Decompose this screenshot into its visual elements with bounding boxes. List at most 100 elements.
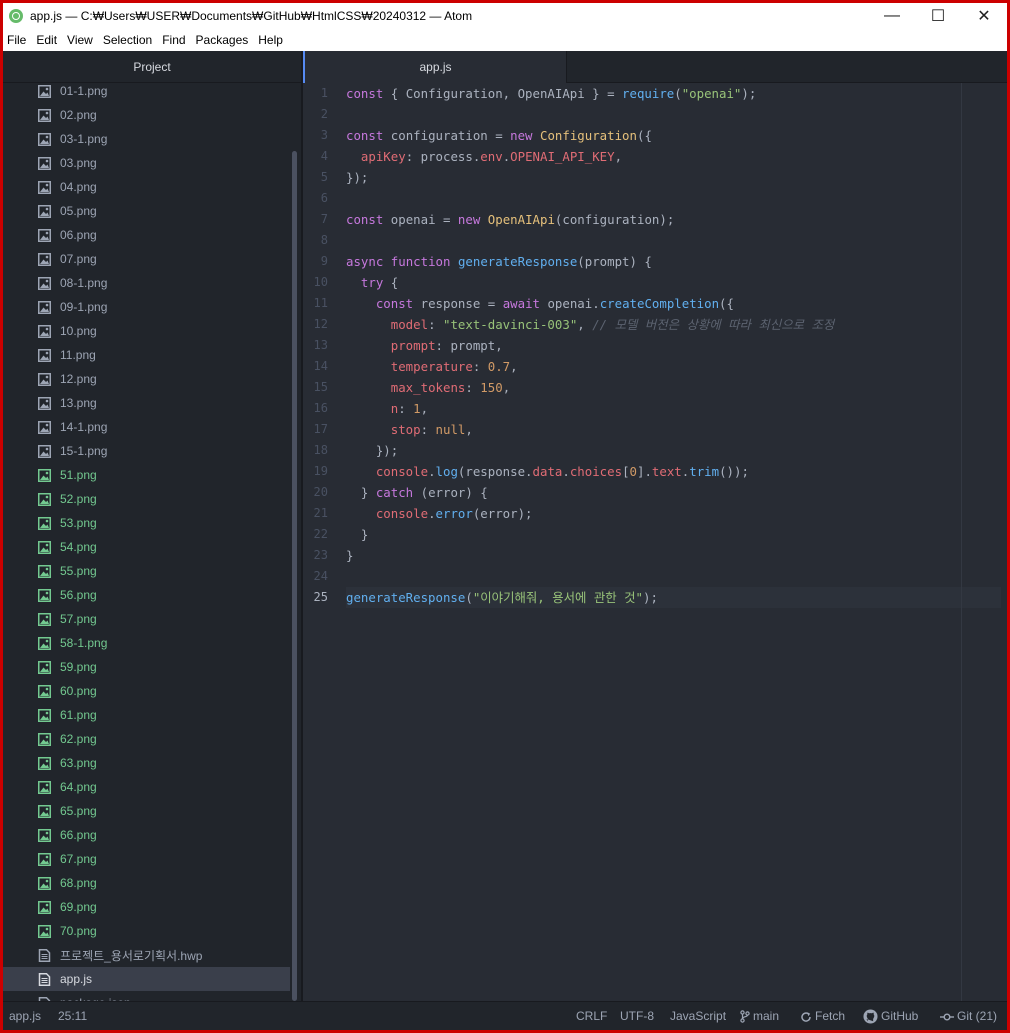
tree-file-item[interactable]: 62.png bbox=[3, 727, 301, 751]
tree-file-item[interactable]: 15-1.png bbox=[3, 439, 301, 463]
code-line[interactable]: const openai = new OpenAIApi(configurati… bbox=[346, 209, 1001, 230]
tree-file-item[interactable]: 69.png bbox=[3, 895, 301, 919]
code-line[interactable]: } catch (error) { bbox=[346, 482, 1001, 503]
tree-file-name: 10.png bbox=[60, 324, 97, 338]
code-line[interactable]: stop: null, bbox=[346, 419, 1001, 440]
code-line[interactable]: console.error(error); bbox=[346, 503, 1001, 524]
maximize-button[interactable]: ☐ bbox=[915, 3, 961, 29]
tree-file-item[interactable]: 70.png bbox=[3, 919, 301, 943]
tree-file-item[interactable]: app.js bbox=[3, 967, 290, 991]
code-token: async bbox=[346, 254, 384, 269]
line-number: 18 bbox=[313, 443, 328, 457]
status-line-ending[interactable]: CRLF bbox=[576, 1002, 607, 1030]
status-git[interactable]: Git (21) bbox=[940, 1002, 997, 1030]
tree-file-item[interactable]: 55.png bbox=[3, 559, 301, 583]
tree-file-item[interactable]: 10.png bbox=[3, 319, 301, 343]
code-line[interactable]: try { bbox=[346, 272, 1001, 293]
status-grammar[interactable]: JavaScript bbox=[670, 1002, 726, 1030]
code-token: . bbox=[562, 464, 570, 479]
tree-file-item[interactable]: 51.png bbox=[3, 463, 301, 487]
tree-file-item[interactable]: 56.png bbox=[3, 583, 301, 607]
tree-file-item[interactable]: 13.png bbox=[3, 391, 301, 415]
minimize-button[interactable]: — bbox=[869, 3, 915, 29]
status-branch[interactable]: main bbox=[740, 1002, 779, 1030]
tree-file-item[interactable]: 02.png bbox=[3, 103, 301, 127]
code-token: } bbox=[346, 548, 354, 563]
tree-file-item[interactable]: 06.png bbox=[3, 223, 301, 247]
status-fetch[interactable]: Fetch bbox=[800, 1002, 845, 1030]
tree-file-item[interactable]: 67.png bbox=[3, 847, 301, 871]
status-github[interactable]: GitHub bbox=[863, 1002, 918, 1030]
tree-scrollbar[interactable] bbox=[292, 151, 297, 1001]
code-line[interactable]: } bbox=[346, 545, 1001, 566]
tree-file-item[interactable]: 60.png bbox=[3, 679, 301, 703]
menu-edit[interactable]: Edit bbox=[32, 33, 63, 47]
status-cursor-position[interactable]: 25:11 bbox=[58, 1002, 87, 1030]
code-line[interactable]: apiKey: process.env.OPENAI_API_KEY, bbox=[346, 146, 1001, 167]
project-tab[interactable]: Project bbox=[3, 51, 301, 83]
tree-file-item[interactable]: 05.png bbox=[3, 199, 301, 223]
code-line[interactable]: }); bbox=[346, 440, 1001, 461]
tree-file-item[interactable]: 61.png bbox=[3, 703, 301, 727]
tree-file-item[interactable]: 58-1.png bbox=[3, 631, 301, 655]
code-line[interactable]: async function generateResponse(prompt) … bbox=[346, 251, 1001, 272]
status-encoding[interactable]: UTF-8 bbox=[620, 1002, 654, 1030]
tree-file-name: 프로젝트_용서로기획서.hwp bbox=[60, 948, 203, 963]
code-token: "이야기해줘, 용서에 관한 것" bbox=[472, 590, 643, 605]
code-line[interactable]: console.log(response.data.choices[0].tex… bbox=[346, 461, 1001, 482]
code-line[interactable]: generateResponse("이야기해줘, 용서에 관한 것"); bbox=[346, 587, 1001, 608]
menu-file[interactable]: File bbox=[3, 33, 32, 47]
tree-file-item[interactable]: 03-1.png bbox=[3, 127, 301, 151]
tree-file-item[interactable]: 11.png bbox=[3, 343, 301, 367]
tree-file-item[interactable]: 14-1.png bbox=[3, 415, 301, 439]
tree-file-item[interactable]: 68.png bbox=[3, 871, 301, 895]
tree-file-item[interactable]: 08-1.png bbox=[3, 271, 301, 295]
code-line[interactable] bbox=[346, 230, 1001, 251]
close-button[interactable]: ✕ bbox=[961, 3, 1007, 29]
status-file-name[interactable]: app.js bbox=[9, 1002, 41, 1030]
tree-file-item[interactable]: 프로젝트_용서로기획서.hwp bbox=[3, 943, 301, 967]
menu-find[interactable]: Find bbox=[158, 33, 191, 47]
code-line[interactable]: const response = await openai.createComp… bbox=[346, 293, 1001, 314]
tree-file-item[interactable]: 64.png bbox=[3, 775, 301, 799]
tree-file-name: 02.png bbox=[60, 108, 97, 122]
code-line[interactable]: const { Configuration, OpenAIApi } = req… bbox=[346, 83, 1001, 104]
tree-file-item[interactable]: 52.png bbox=[3, 487, 301, 511]
code-line[interactable]: const configuration = new Configuration(… bbox=[346, 125, 1001, 146]
tree-file-item[interactable]: 04.png bbox=[3, 175, 301, 199]
code-line[interactable]: n: 1, bbox=[346, 398, 1001, 419]
menu-selection[interactable]: Selection bbox=[99, 33, 158, 47]
tree-file-item[interactable]: package.json bbox=[3, 991, 301, 1001]
tree-file-item[interactable]: 63.png bbox=[3, 751, 301, 775]
menu-view[interactable]: View bbox=[63, 33, 99, 47]
code-line[interactable]: max_tokens: 150, bbox=[346, 377, 1001, 398]
tree-file-item[interactable]: 66.png bbox=[3, 823, 301, 847]
tree-file-name: 53.png bbox=[60, 516, 97, 530]
code-line[interactable] bbox=[346, 104, 1001, 125]
line-number-gutter: 1 2 3 4 5 6 7 8 9 10 11 12 13 14 15 16 17 18 19 20 21 22 23 24 2… bbox=[303, 83, 337, 608]
tree-file-name: 07.png bbox=[60, 252, 97, 266]
tree-file-item[interactable]: 59.png bbox=[3, 655, 301, 679]
menu-packages[interactable]: Packages bbox=[192, 33, 255, 47]
code-line[interactable] bbox=[346, 188, 1001, 209]
code-editor[interactable]: const { Configuration, OpenAIApi } = req… bbox=[346, 83, 1001, 608]
tab-app-js[interactable]: app.js bbox=[303, 51, 567, 83]
tree-file-item[interactable]: 09-1.png bbox=[3, 295, 301, 319]
tree-file-item[interactable]: 12.png bbox=[3, 367, 301, 391]
code-line[interactable]: temperature: 0.7, bbox=[346, 356, 1001, 377]
tree-file-item[interactable]: 57.png bbox=[3, 607, 301, 631]
tree-file-item[interactable]: 53.png bbox=[3, 511, 301, 535]
tree-file-item[interactable]: 03.png bbox=[3, 151, 301, 175]
tree-file-name: 60.png bbox=[60, 684, 97, 698]
code-line[interactable]: prompt: prompt, bbox=[346, 335, 1001, 356]
code-line[interactable]: } bbox=[346, 524, 1001, 545]
tree-file-item[interactable]: 65.png bbox=[3, 799, 301, 823]
code-token: : bbox=[420, 422, 436, 437]
tree-file-item[interactable]: 54.png bbox=[3, 535, 301, 559]
code-line[interactable] bbox=[346, 566, 1001, 587]
tree-file-item[interactable]: 07.png bbox=[3, 247, 301, 271]
code-line[interactable]: }); bbox=[346, 167, 1001, 188]
menu-help[interactable]: Help bbox=[254, 33, 289, 47]
code-line[interactable]: model: "text-davinci-003", // 모델 버전은 상황에… bbox=[346, 314, 1001, 335]
